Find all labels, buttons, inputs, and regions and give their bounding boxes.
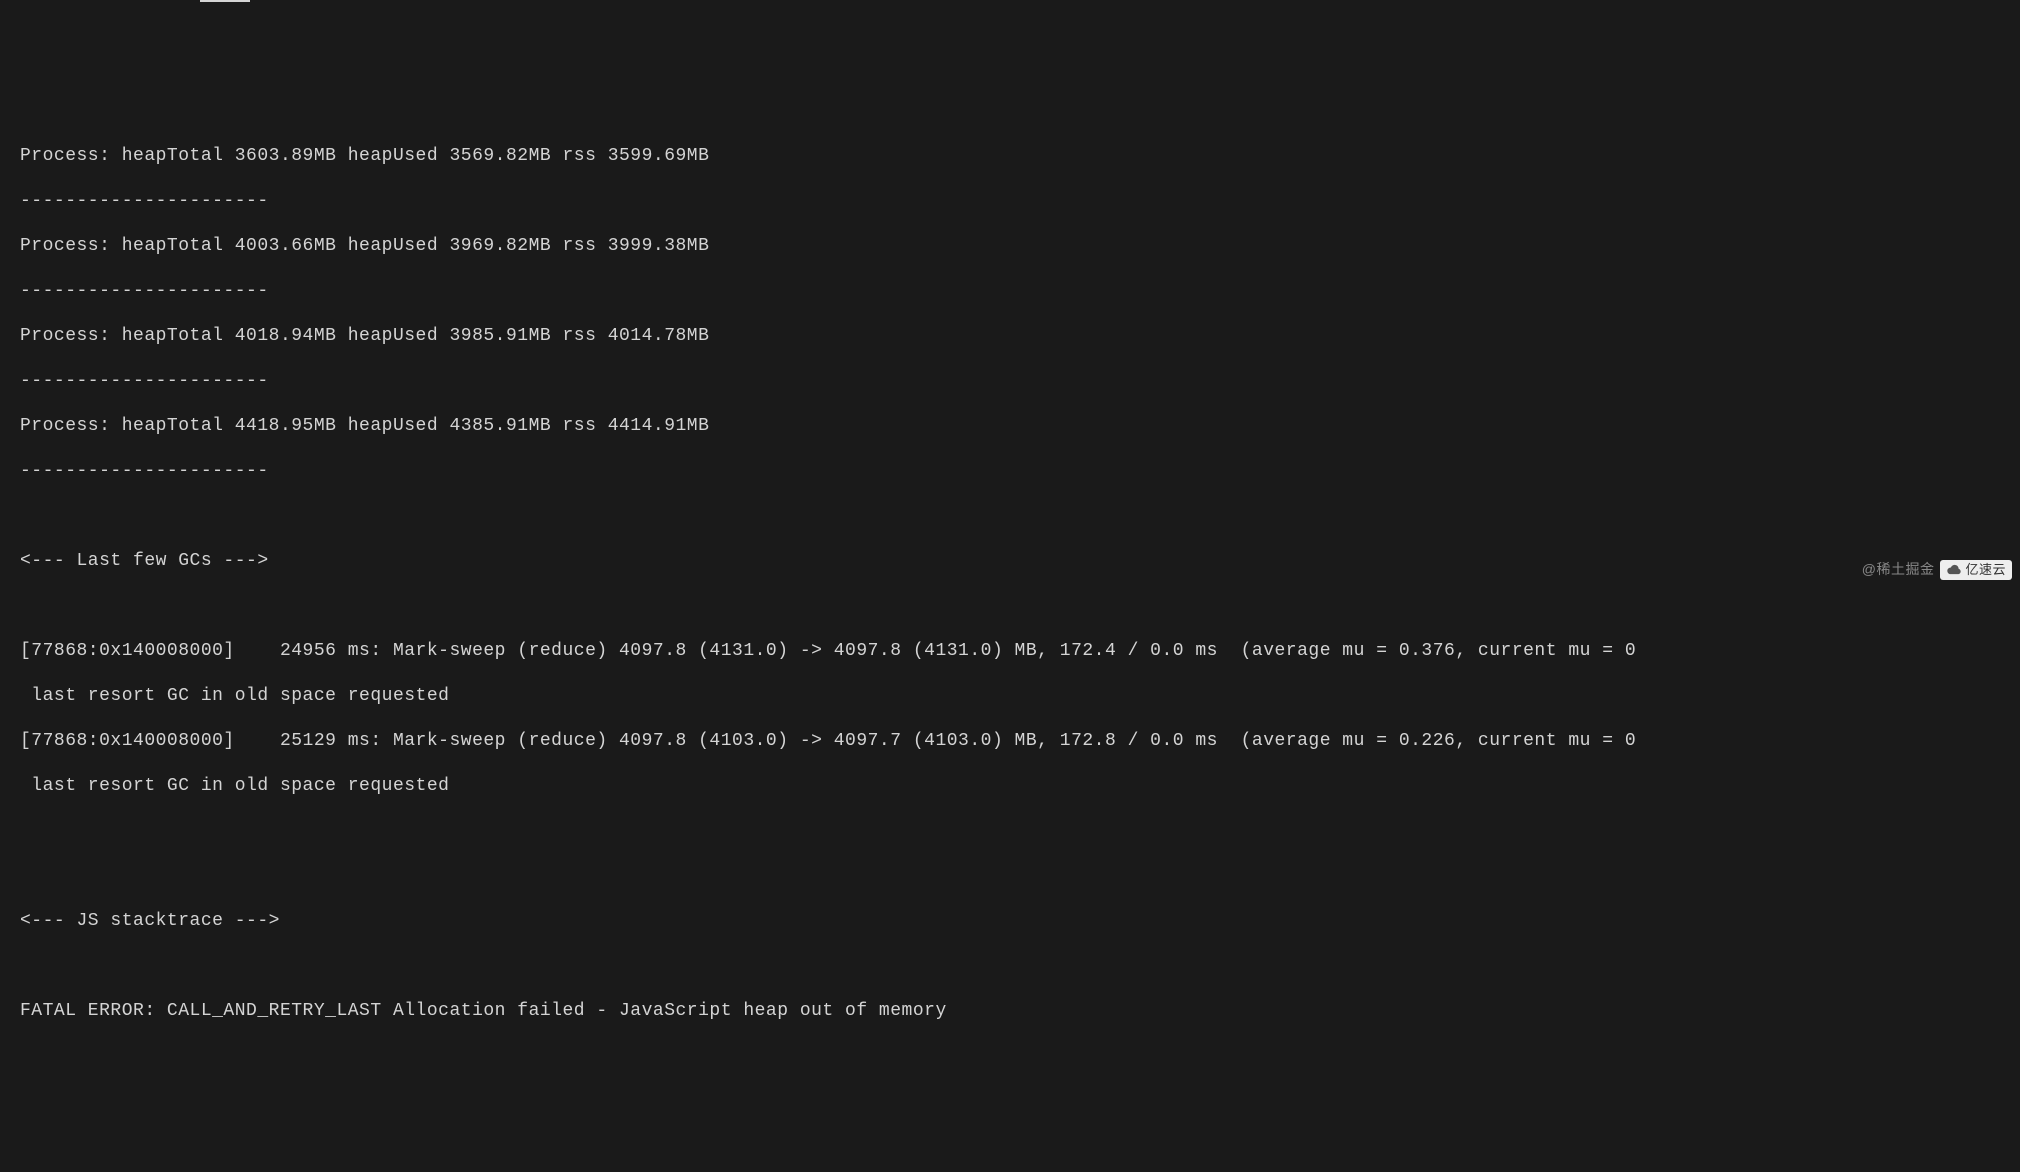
terminal-line	[20, 955, 2000, 978]
cloud-icon	[1946, 564, 1962, 575]
terminal-line: ----------------------	[20, 370, 2000, 393]
terminal-line: <--- JS stacktrace --->	[20, 910, 2000, 933]
watermark-juejin: @稀土掘金	[1862, 561, 1935, 579]
terminal-line: last resort GC in old space requested	[20, 685, 2000, 708]
watermark-container: @稀土掘金 亿速云	[1862, 560, 2012, 580]
terminal-line	[20, 820, 2000, 843]
terminal-line: Process: heapTotal 4003.66MB heapUsed 39…	[20, 235, 2000, 258]
terminal-line: [77868:0x140008000] 24956 ms: Mark-sweep…	[20, 640, 2000, 663]
terminal-line: Process: heapTotal 4418.95MB heapUsed 43…	[20, 415, 2000, 438]
terminal-line: last resort GC in old space requested	[20, 775, 2000, 798]
watermark-logo-text: 亿速云	[1965, 562, 2006, 578]
terminal-line: Process: heapTotal 3603.89MB heapUsed 35…	[20, 145, 2000, 168]
watermark-logo: 亿速云	[1940, 560, 2012, 580]
terminal-line	[20, 865, 2000, 888]
terminal-line	[20, 505, 2000, 528]
terminal-line: ----------------------	[20, 190, 2000, 213]
terminal-line	[20, 595, 2000, 618]
terminal-line: Process: heapTotal 4018.94MB heapUsed 39…	[20, 325, 2000, 348]
terminal-line: <--- Last few GCs --->	[20, 550, 2000, 573]
terminal-line: ----------------------	[20, 460, 2000, 483]
terminal-line: ----------------------	[20, 280, 2000, 303]
terminal-line: FATAL ERROR: CALL_AND_RETRY_LAST Allocat…	[20, 1000, 2000, 1023]
tab-indicator	[200, 0, 250, 2]
terminal-line: [77868:0x140008000] 25129 ms: Mark-sweep…	[20, 730, 2000, 753]
